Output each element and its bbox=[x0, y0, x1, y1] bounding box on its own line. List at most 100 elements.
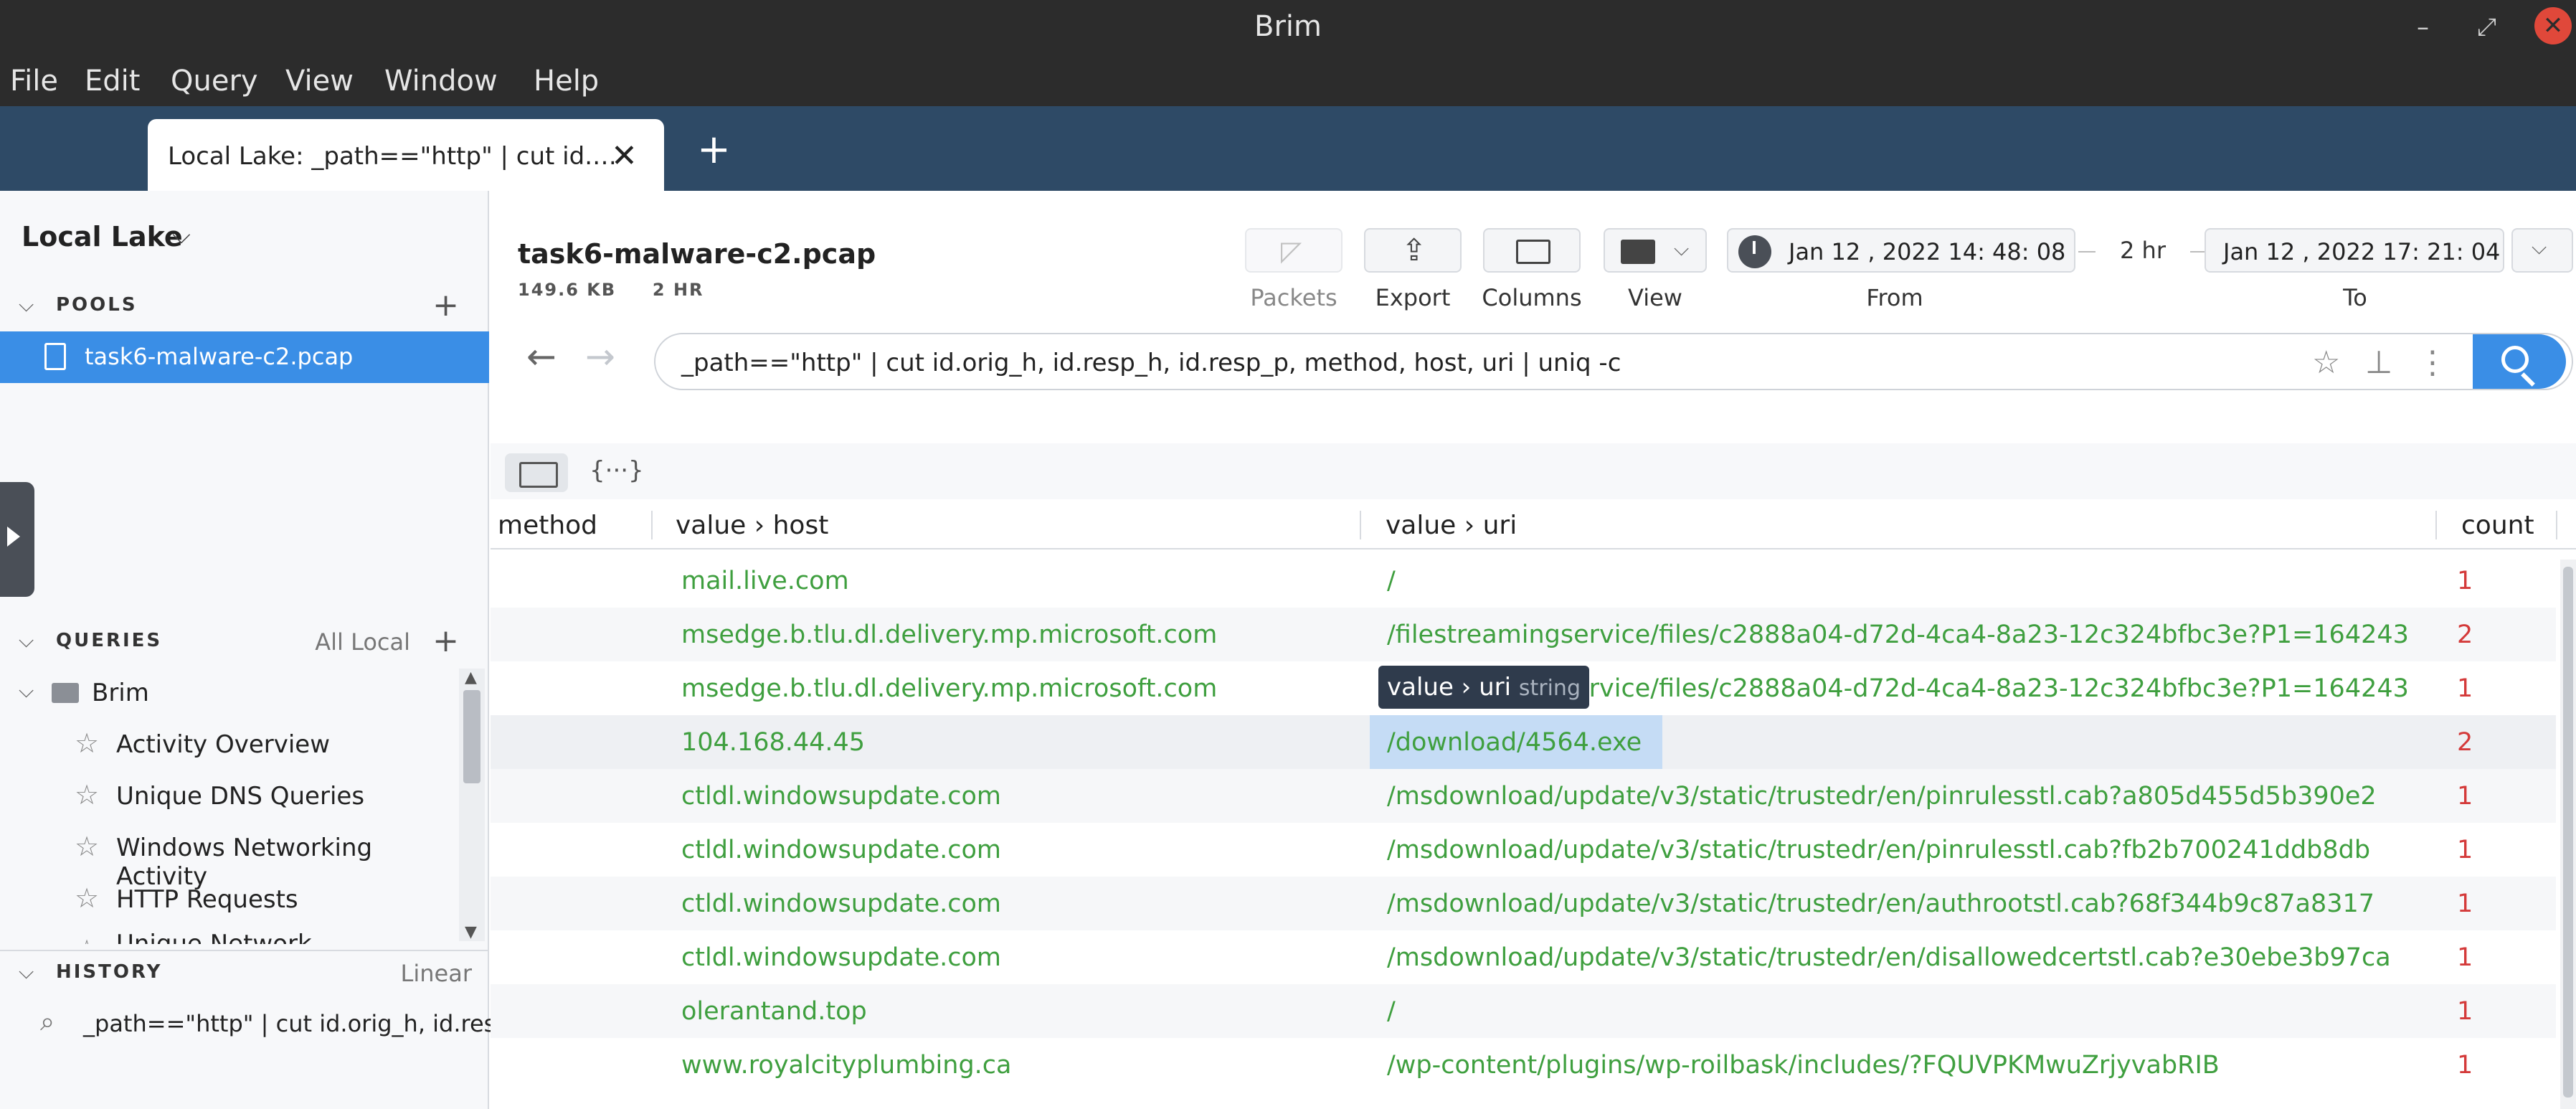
add-query-icon[interactable]: + bbox=[432, 623, 459, 659]
new-tab-icon[interactable]: + bbox=[697, 126, 731, 173]
cell-host[interactable]: ctldl.windowsupdate.com bbox=[681, 836, 1001, 864]
to-date-picker[interactable]: Jan 12 , 2022 17: 21: 04 bbox=[2205, 228, 2504, 273]
table-view-icon[interactable] bbox=[505, 453, 568, 492]
column-divider[interactable] bbox=[651, 511, 653, 539]
view-button[interactable]: ⌵ bbox=[1604, 228, 1707, 273]
maximize-icon[interactable]: ⤢ bbox=[2477, 13, 2496, 42]
column-uri[interactable]: value › uri bbox=[1386, 511, 1517, 540]
cell-uri[interactable]: /msdownload/update/v3/static/trustedr/en… bbox=[1387, 943, 2460, 972]
chevron-down-icon[interactable]: ⌵ bbox=[19, 293, 34, 317]
queries-filter[interactable]: All Local bbox=[315, 628, 410, 656]
pin-icon[interactable]: ⊥ bbox=[2365, 344, 2392, 381]
cell-host[interactable]: mail.live.com bbox=[681, 567, 849, 595]
table-row[interactable]: msedge.b.tlu.dl.delivery.mp.microsoft.co… bbox=[491, 608, 2556, 661]
search-button[interactable] bbox=[2473, 334, 2566, 389]
json-view-icon[interactable]: {···} bbox=[589, 456, 644, 485]
cell-count[interactable]: 1 bbox=[2457, 674, 2473, 703]
menu-file[interactable]: File bbox=[10, 65, 58, 98]
search-input[interactable]: _path=="http" | cut id.orig_h, id.resp_h… bbox=[681, 349, 1621, 377]
star-icon[interactable]: ☆ bbox=[75, 934, 99, 944]
query-folder-brim[interactable]: ⌵ Brim bbox=[0, 669, 459, 719]
cell-uri[interactable]: /msdownload/update/v3/static/trustedr/en… bbox=[1387, 889, 2460, 918]
history-item[interactable]: ⌕ _path=="http" | cut id.orig_h, id.res… bbox=[0, 999, 518, 1056]
cell-uri[interactable]: /download/4564.exe bbox=[1387, 728, 2460, 757]
chevron-down-icon[interactable]: ⌵ bbox=[172, 221, 191, 250]
table-row[interactable]: ctldl.windowsupdate.com /msdownload/upda… bbox=[491, 823, 2556, 877]
results-scrollbar[interactable] bbox=[2560, 560, 2576, 1109]
table-row[interactable]: ctldl.windowsupdate.com /msdownload/upda… bbox=[491, 877, 2556, 930]
column-divider[interactable] bbox=[2556, 511, 2557, 539]
table-row[interactable]: ctldl.windowsupdate.com /msdownload/upda… bbox=[491, 930, 2556, 984]
table-row[interactable]: mail.live.com / 1 bbox=[491, 554, 2556, 608]
search-bar[interactable]: _path=="http" | cut id.orig_h, id.resp_h… bbox=[654, 333, 2573, 390]
cell-count[interactable]: 1 bbox=[2457, 997, 2473, 1026]
query-item[interactable]: ☆ Unique Network Connections bbox=[0, 927, 459, 944]
cell-count[interactable]: 1 bbox=[2457, 782, 2473, 811]
column-host[interactable]: value › host bbox=[676, 511, 828, 540]
star-icon[interactable]: ☆ bbox=[75, 779, 99, 811]
column-divider[interactable] bbox=[2435, 511, 2437, 539]
cell-count[interactable]: 1 bbox=[2457, 1051, 2473, 1080]
cell-count[interactable]: 2 bbox=[2457, 728, 2473, 757]
scroll-down-icon[interactable]: ▼ bbox=[465, 923, 477, 941]
history-filter[interactable]: Linear bbox=[401, 960, 472, 987]
column-method[interactable]: method bbox=[498, 511, 597, 540]
from-date-picker[interactable]: Jan 12 , 2022 14: 48: 08 bbox=[1727, 228, 2075, 273]
cell-count[interactable]: 1 bbox=[2457, 836, 2473, 864]
cell-host[interactable]: ctldl.windowsupdate.com bbox=[681, 889, 1001, 918]
cell-count[interactable]: 1 bbox=[2457, 567, 2473, 595]
cell-count[interactable]: 1 bbox=[2457, 889, 2473, 918]
query-item[interactable]: ☆ Windows Networking Activity bbox=[0, 824, 459, 891]
add-pool-icon[interactable]: + bbox=[432, 287, 459, 324]
cell-host[interactable]: msedge.b.tlu.dl.delivery.mp.microsoft.co… bbox=[681, 674, 1217, 703]
menu-window[interactable]: Window bbox=[384, 65, 498, 98]
cell-host[interactable]: ctldl.windowsupdate.com bbox=[681, 943, 1001, 972]
star-icon[interactable]: ☆ bbox=[2312, 344, 2340, 381]
table-row[interactable]: www.royalcityplumbing.ca /wp-content/plu… bbox=[491, 1038, 2556, 1092]
minimize-icon[interactable]: – bbox=[2417, 13, 2429, 42]
columns-button[interactable] bbox=[1483, 228, 1581, 273]
cell-host[interactable]: ctldl.windowsupdate.com bbox=[681, 782, 1001, 811]
chevron-down-icon[interactable]: ⌵ bbox=[19, 960, 34, 984]
back-arrow-icon[interactable]: ← bbox=[526, 336, 557, 377]
export-button[interactable]: ⇪ bbox=[1364, 228, 1462, 273]
scroll-up-icon[interactable]: ▲ bbox=[465, 669, 477, 686]
menu-edit[interactable]: Edit bbox=[85, 65, 140, 98]
column-count[interactable]: count bbox=[2461, 511, 2534, 540]
cell-host[interactable]: olerantand.top bbox=[681, 997, 867, 1026]
dock-handle[interactable] bbox=[0, 482, 34, 597]
cell-uri[interactable]: /msdownload/update/v3/static/trustedr/en… bbox=[1387, 836, 2460, 864]
query-item[interactable]: ☆ HTTP Requests bbox=[0, 875, 459, 925]
chevron-down-icon[interactable]: ⌵ bbox=[19, 628, 34, 653]
close-icon[interactable]: ✕ bbox=[2534, 7, 2572, 44]
table-row[interactable]: olerantand.top / 1 bbox=[491, 984, 2556, 1038]
cell-host[interactable]: msedge.b.tlu.dl.delivery.mp.microsoft.co… bbox=[681, 620, 1217, 649]
cell-uri[interactable]: /wp-content/plugins/wp-roilbask/includes… bbox=[1387, 1051, 2460, 1080]
pool-item[interactable]: task6-malware-c2.pcap bbox=[0, 331, 489, 383]
forward-arrow-icon[interactable]: → bbox=[585, 336, 615, 377]
scroll-thumb[interactable] bbox=[2563, 567, 2573, 1098]
cell-count[interactable]: 2 bbox=[2457, 620, 2473, 649]
query-item[interactable]: ☆ Unique DNS Queries bbox=[0, 772, 459, 822]
table-row[interactable]: 104.168.44.45 /download/4564.exe 2 bbox=[491, 715, 2556, 769]
cell-uri[interactable]: / bbox=[1387, 567, 2460, 595]
star-icon[interactable]: ☆ bbox=[75, 727, 99, 759]
more-icon[interactable]: ⋮ bbox=[2417, 344, 2448, 381]
query-item[interactable]: ☆ Activity Overview bbox=[0, 720, 459, 770]
cell-uri[interactable]: /filestreamingservice/files/c2888a04-d72… bbox=[1387, 620, 2460, 649]
scroll-thumb[interactable] bbox=[463, 690, 480, 783]
chevron-down-icon[interactable]: ⌵ bbox=[19, 679, 34, 703]
menu-view[interactable]: View bbox=[285, 65, 354, 98]
cell-uri[interactable]: / bbox=[1387, 997, 2460, 1026]
table-row[interactable]: ctldl.windowsupdate.com /msdownload/upda… bbox=[491, 769, 2556, 823]
star-icon[interactable]: ☆ bbox=[75, 831, 99, 862]
cell-count[interactable]: 1 bbox=[2457, 943, 2473, 972]
packets-button[interactable]: ◸ bbox=[1245, 228, 1343, 273]
cell-host[interactable]: www.royalcityplumbing.ca bbox=[681, 1051, 1012, 1080]
cell-uri[interactable]: /msdownload/update/v3/static/trustedr/en… bbox=[1387, 782, 2460, 811]
cell-host[interactable]: 104.168.44.45 bbox=[681, 728, 865, 757]
star-icon[interactable]: ☆ bbox=[75, 882, 99, 914]
time-range-dropdown[interactable]: ⌵ bbox=[2511, 228, 2573, 273]
tab-local-lake[interactable]: Local Lake: _path=="http" | cut id.… ✕ bbox=[148, 119, 664, 191]
menu-help[interactable]: Help bbox=[534, 65, 599, 98]
